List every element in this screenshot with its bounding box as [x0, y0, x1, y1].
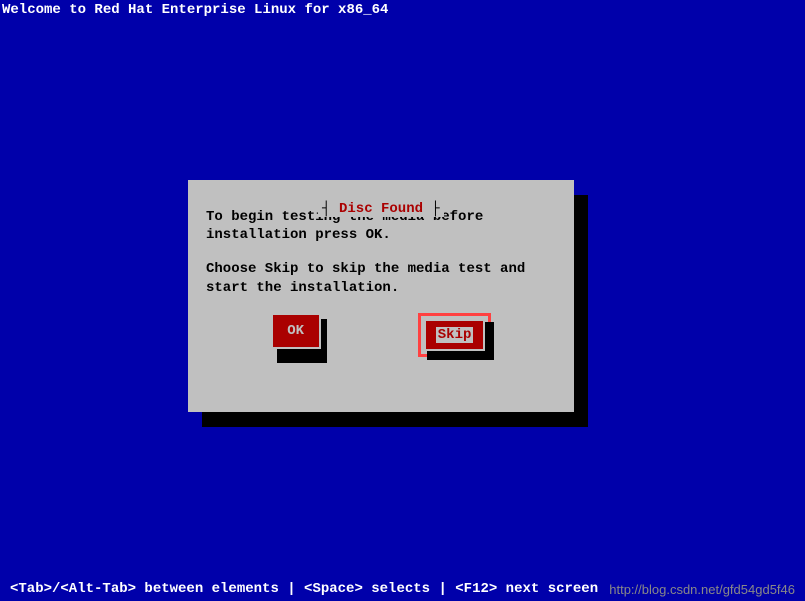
dialog-text-line2: Choose Skip to skip the media test and s…	[206, 260, 556, 296]
ok-button[interactable]: OK	[271, 313, 321, 349]
footer-help: <Tab>/<Alt-Tab> between elements | <Spac…	[10, 581, 598, 597]
dialog-title: Disc Found	[318, 201, 444, 217]
disc-found-dialog: Disc Found To begin testing the media be…	[188, 180, 574, 412]
skip-button-label: Skip	[436, 327, 474, 343]
footer: <Tab>/<Alt-Tab> between elements | <Spac…	[10, 581, 795, 597]
skip-button[interactable]: Skip	[424, 319, 486, 351]
ok-button-wrap: OK	[271, 313, 321, 357]
watermark: http://blog.csdn.net/gfd54gd5f46	[609, 582, 795, 597]
dialog-button-row: OK Skip	[206, 313, 556, 357]
skip-button-wrap: Skip	[418, 313, 492, 357]
ok-button-label: OK	[287, 323, 304, 339]
page-title: Welcome to Red Hat Enterprise Linux for …	[2, 2, 388, 18]
dialog-message: To begin testing the media before instal…	[206, 208, 556, 297]
